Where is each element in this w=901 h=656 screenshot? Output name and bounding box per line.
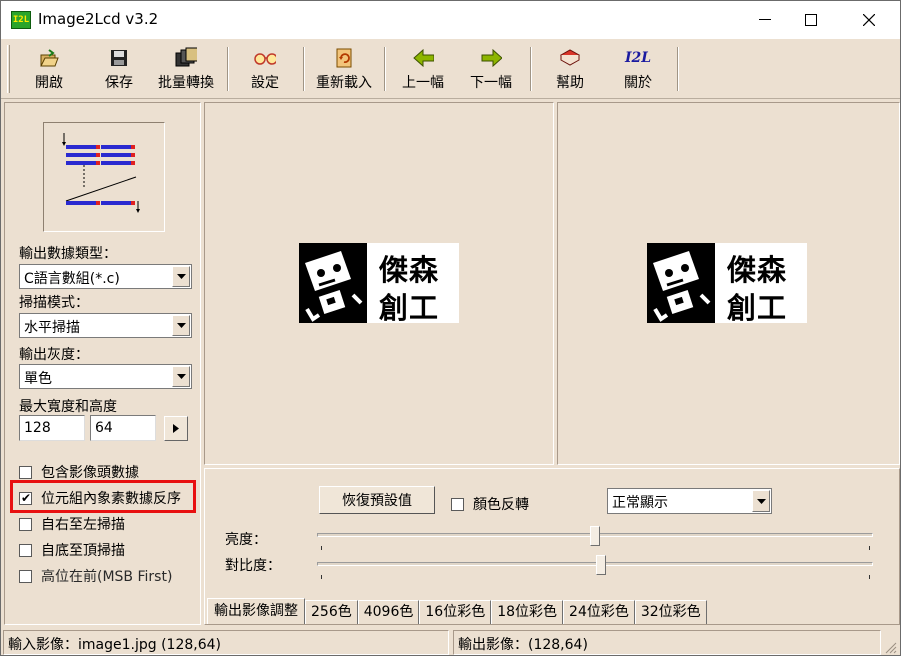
highlight-frame: [10, 480, 196, 513]
settings-button[interactable]: 設定: [247, 45, 283, 93]
app-window: I2L Image2Lcd v3.2 開啟 保存 批量轉換 設定 重新載入 上一…: [0, 0, 901, 656]
slider-tick: [321, 575, 322, 579]
output-gray-label: 輸出灰度：: [19, 347, 89, 363]
app-icon: I2L: [11, 11, 31, 29]
window-title: Image2Lcd v3.2: [38, 10, 159, 28]
contrast-slider-thumb[interactable]: [595, 555, 606, 575]
output-type-select[interactable]: C語言數組(*.c): [19, 264, 192, 289]
checkbox-box[interactable]: [451, 497, 464, 511]
checkbox-include-header[interactable]: 包含影像頭數據: [19, 462, 139, 482]
left-settings-panel: 輸出數據類型： C語言數組(*.c) 掃描模式： 水平掃描 輸出灰度： 單色 最…: [4, 102, 201, 625]
slider-tick: [321, 546, 322, 550]
max-size-label: 最大寬度和高度: [19, 399, 117, 415]
chevron-down-icon[interactable]: [172, 266, 190, 287]
maximize-button[interactable]: [788, 1, 834, 39]
scan-mode-select[interactable]: 水平掃描: [19, 313, 192, 338]
next-image-button[interactable]: 下一幅: [467, 45, 515, 93]
checkbox-msb-first[interactable]: 高位在前(MSB First): [19, 566, 172, 586]
minimize-button[interactable]: [742, 1, 788, 39]
status-bar: 輸入影像：image1.jpg (128,64) 輸出影像：(128,64): [1, 628, 900, 656]
robot-icon: [647, 243, 715, 323]
chevron-down-icon[interactable]: [752, 490, 770, 512]
close-button[interactable]: [846, 1, 892, 39]
toolbar-separator: [677, 47, 679, 91]
checkbox-box[interactable]: [19, 465, 32, 479]
max-height-input[interactable]: 64: [90, 415, 156, 441]
toolbar: 開啟 保存 批量轉換 設定 重新載入 上一幅 下一幅 幫助 I2L 關於: [1, 39, 900, 99]
tab-output-adjust[interactable]: 輸出影像調整: [207, 598, 305, 624]
checkbox-box[interactable]: [19, 569, 32, 583]
image-adjust-panel: 恢復預設值 顏色反轉 正常顯示 亮度： 對比度： 輸出影像調整 256色 409…: [204, 468, 900, 625]
close-icon: [863, 14, 875, 26]
i2l-logo-icon: I2L: [624, 50, 652, 66]
slider-tick: [869, 546, 870, 550]
tab-256-color[interactable]: 256色: [305, 600, 358, 624]
checkbox-bottom-to-top[interactable]: 自底至頂掃描: [19, 540, 125, 560]
save-button[interactable]: 保存: [101, 45, 137, 93]
reset-defaults-button[interactable]: 恢復預設值: [319, 486, 435, 514]
tab-32bit-color[interactable]: 32位彩色: [634, 600, 707, 624]
reload-button[interactable]: 重新載入: [312, 45, 376, 93]
output-image-preview: 傑森 創工: [557, 102, 900, 465]
slider-tick: [869, 575, 870, 579]
floppy-disk-icon: [108, 47, 130, 69]
glasses-icon: [254, 47, 276, 69]
help-button[interactable]: 幫助: [552, 45, 588, 93]
apply-size-button[interactable]: [164, 416, 188, 441]
input-logo-image: 傑森 創工: [299, 243, 459, 325]
tab-4096-color[interactable]: 4096色: [357, 600, 420, 624]
tab-16bit-color[interactable]: 16位彩色: [419, 600, 492, 624]
scan-mode-diagram: [43, 122, 165, 232]
toolbar-separator: [530, 47, 532, 91]
status-input-image: 輸入影像：image1.jpg (128,64): [3, 630, 449, 655]
checkbox-box[interactable]: [19, 517, 32, 531]
contrast-label: 對比度：: [225, 558, 281, 574]
previous-image-button[interactable]: 上一幅: [399, 45, 447, 93]
robot-icon: [299, 243, 367, 323]
checkbox-invert-color[interactable]: 顏色反轉: [451, 494, 529, 514]
tab-18bit-color[interactable]: 18位彩色: [491, 600, 564, 624]
checkbox-box[interactable]: [19, 543, 32, 557]
toolbar-separator: [227, 47, 229, 91]
arrow-left-icon: [412, 47, 434, 69]
help-book-icon: [559, 47, 581, 69]
title-bar: I2L Image2Lcd v3.2: [1, 1, 900, 39]
output-logo-image: 傑森 創工: [647, 243, 807, 325]
input-image-preview: 傑森 創工: [204, 102, 554, 465]
chevron-down-icon[interactable]: [172, 366, 190, 387]
minimize-icon: [759, 19, 771, 20]
chevron-down-icon[interactable]: [172, 315, 190, 336]
scan-mode-label: 掃描模式：: [19, 295, 89, 311]
toolbar-grip: [7, 45, 10, 93]
brightness-slider-thumb[interactable]: [590, 526, 600, 546]
max-width-input[interactable]: 128: [19, 415, 85, 441]
maximize-icon: [805, 14, 817, 26]
toolbar-separator: [384, 47, 386, 91]
batch-files-icon: [175, 47, 197, 69]
tab-24bit-color[interactable]: 24位彩色: [563, 600, 635, 624]
scan-diagram-icon: [62, 133, 140, 213]
mode-tabs: 輸出影像調整 256色 4096色 16位彩色 18位彩色 24位彩色 32位彩…: [207, 598, 707, 624]
output-type-label: 輸出數據類型：: [19, 246, 117, 262]
arrow-right-icon: [480, 47, 502, 69]
resize-grip-icon[interactable]: [885, 642, 897, 654]
toolbar-separator: [303, 47, 305, 91]
display-mode-select[interactable]: 正常顯示: [607, 488, 772, 514]
play-arrow-icon: [173, 424, 179, 433]
checkbox-right-to-left[interactable]: 自右至左掃描: [19, 514, 125, 534]
open-button[interactable]: 開啟: [31, 45, 67, 93]
reload-icon: [333, 47, 355, 69]
status-output-image: 輸出影像：(128,64): [453, 630, 881, 655]
about-button[interactable]: I2L 關於: [620, 45, 656, 93]
output-gray-select[interactable]: 單色: [19, 364, 192, 389]
open-folder-icon: [38, 47, 60, 69]
batch-convert-button[interactable]: 批量轉換: [154, 45, 218, 93]
brightness-label: 亮度：: [225, 532, 267, 548]
